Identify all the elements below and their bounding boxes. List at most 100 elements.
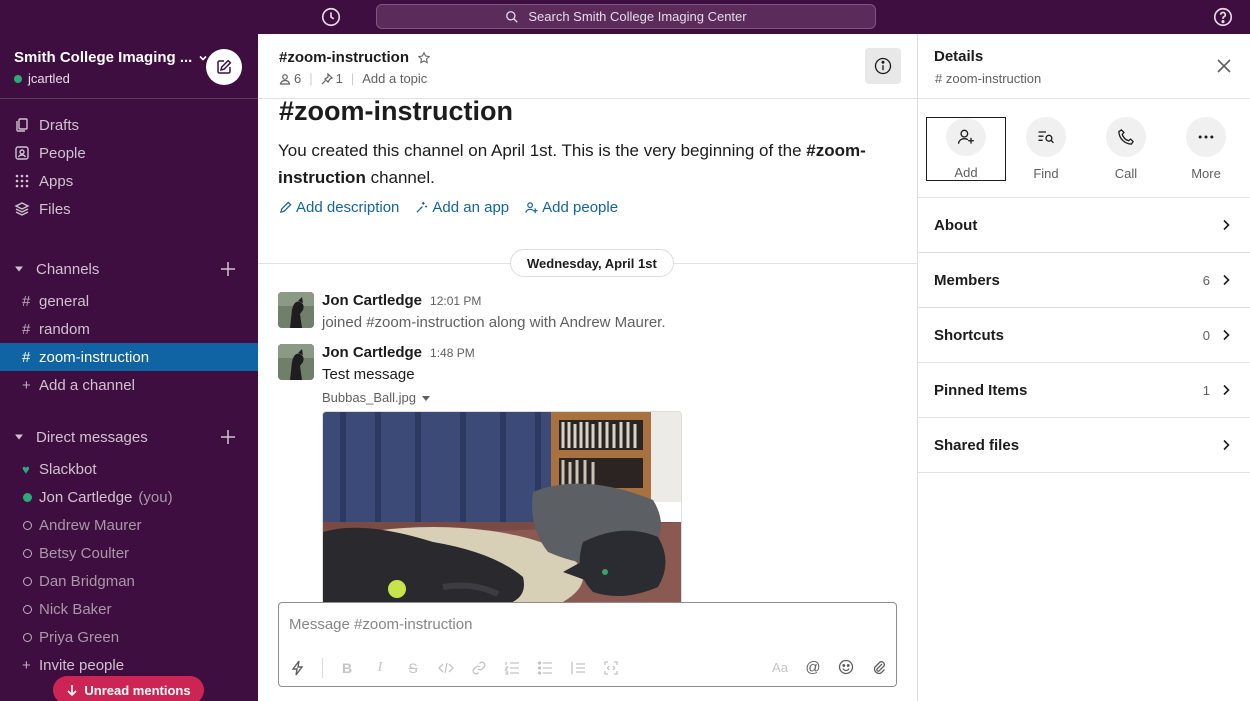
file-name[interactable]: Bubbas_Ball.jpg bbox=[322, 390, 430, 405]
code-icon[interactable] bbox=[437, 659, 455, 677]
mention-icon[interactable]: @ bbox=[804, 658, 822, 676]
star-icon[interactable] bbox=[417, 51, 431, 65]
channels-section-header[interactable]: Channels bbox=[0, 255, 258, 283]
search-bar[interactable]: Search Smith College Imaging Center bbox=[376, 4, 876, 29]
message-time[interactable]: 1:48 PM bbox=[430, 346, 475, 360]
details-row-shared-files[interactable]: Shared files bbox=[918, 418, 1250, 473]
date-divider[interactable]: Wednesday, April 1st bbox=[510, 249, 674, 277]
avatar[interactable] bbox=[278, 344, 314, 380]
blockquote-icon[interactable] bbox=[569, 659, 587, 677]
dm-item-andrew-maurer[interactable]: Andrew Maurer bbox=[0, 511, 258, 539]
sidebar-item-files[interactable]: Files bbox=[0, 195, 258, 223]
message-author[interactable]: Jon Cartledge bbox=[322, 292, 422, 309]
sidebar-item-random[interactable]: # random bbox=[0, 315, 258, 343]
people-icon bbox=[15, 146, 29, 160]
sidebar-item-drafts[interactable]: Drafts bbox=[0, 111, 258, 139]
add-dm-icon[interactable] bbox=[220, 429, 236, 445]
dm-item-priya-green[interactable]: Priya Green bbox=[0, 623, 258, 651]
dm-label: Dan Bridgman bbox=[39, 572, 135, 590]
member-icon bbox=[279, 73, 291, 85]
attach-icon[interactable] bbox=[870, 658, 888, 676]
top-bar: Search Smith College Imaging Center bbox=[0, 0, 1250, 34]
row-label: Shortcuts bbox=[934, 326, 1005, 344]
presence-away-icon bbox=[23, 520, 32, 530]
details-row-shortcuts[interactable]: Shortcuts 0 bbox=[918, 308, 1250, 363]
unread-label: Unread mentions bbox=[84, 682, 191, 698]
sidebar-item-general[interactable]: # general bbox=[0, 287, 258, 315]
dm-item-betsy-coulter[interactable]: Betsy Coulter bbox=[0, 539, 258, 567]
meta-separator: | bbox=[309, 71, 313, 86]
phone-icon bbox=[1106, 117, 1146, 157]
intro-actions: Add description Add an app Add people bbox=[279, 199, 634, 216]
shortcuts-lightning-icon[interactable] bbox=[289, 659, 307, 677]
dm-item-dan-bridgman[interactable]: Dan Bridgman bbox=[0, 567, 258, 595]
format-toggle-icon[interactable]: Aa bbox=[771, 658, 789, 676]
invite-people-button[interactable]: + Invite people bbox=[0, 651, 258, 679]
intro-text-after: channel. bbox=[365, 168, 435, 187]
dm-label: Nick Baker bbox=[39, 600, 112, 618]
details-subtitle: # zoom-instruction bbox=[935, 71, 1042, 86]
user-handle: jcartled bbox=[28, 71, 70, 86]
image-attachment[interactable] bbox=[322, 411, 682, 603]
more-icon bbox=[1186, 117, 1226, 157]
emoji-icon[interactable] bbox=[837, 658, 855, 676]
add-people-button[interactable]: Add bbox=[926, 117, 1006, 181]
details-row-pinned-items[interactable]: Pinned Items 1 bbox=[918, 363, 1250, 418]
dm-list: ♥ Slackbot Jon Cartledge (you) Andrew Ma… bbox=[0, 455, 258, 679]
ordered-list-icon[interactable] bbox=[503, 659, 521, 677]
message-time[interactable]: 12:01 PM bbox=[430, 294, 481, 308]
sidebar-item-apps[interactable]: Apps bbox=[0, 167, 258, 195]
sidebar-item-zoom-instruction[interactable]: # zoom-instruction bbox=[0, 343, 258, 371]
italic-icon[interactable]: I bbox=[371, 659, 389, 677]
find-button[interactable]: Find bbox=[1006, 117, 1086, 181]
bullet-list-icon[interactable] bbox=[536, 659, 554, 677]
add-people-link[interactable]: Add people bbox=[525, 199, 618, 216]
add-app-label: Add an app bbox=[432, 199, 510, 216]
avatar[interactable] bbox=[278, 292, 314, 328]
help-icon[interactable] bbox=[1212, 6, 1234, 28]
message-composer[interactable]: Message #zoom-instruction B I S Aa @ bbox=[278, 602, 897, 687]
sidebar-item-people[interactable]: People bbox=[0, 139, 258, 167]
channel-details-button[interactable] bbox=[865, 48, 901, 84]
message: Jon Cartledge 12:01 PM joined #zoom-inst… bbox=[278, 292, 898, 332]
channel-title[interactable]: #zoom-instruction bbox=[279, 49, 431, 66]
hash-icon: # bbox=[22, 292, 31, 310]
link-icon[interactable] bbox=[470, 659, 488, 677]
member-count[interactable]: 6 bbox=[294, 71, 301, 86]
add-app-link[interactable]: Add an app bbox=[415, 199, 509, 216]
dm-item-slackbot[interactable]: ♥ Slackbot bbox=[0, 455, 258, 483]
caret-down-icon bbox=[15, 266, 23, 272]
search-placeholder: Search Smith College Imaging Center bbox=[528, 9, 747, 24]
dm-item-nick-baker[interactable]: Nick Baker bbox=[0, 595, 258, 623]
add-channel-icon[interactable] bbox=[220, 261, 236, 277]
workspace-header: Smith College Imaging ... jcartled bbox=[0, 34, 258, 99]
bold-icon[interactable]: B bbox=[338, 659, 356, 677]
add-channel-button[interactable]: + Add a channel bbox=[0, 371, 258, 399]
message-author[interactable]: Jon Cartledge bbox=[322, 344, 422, 361]
details-row-members[interactable]: Members 6 bbox=[918, 253, 1250, 308]
workspace-menu[interactable]: Smith College Imaging ... bbox=[14, 49, 208, 66]
row-label: Members bbox=[934, 271, 1000, 289]
compose-button[interactable] bbox=[206, 49, 242, 85]
presence-away-icon bbox=[23, 576, 32, 586]
pinned-count[interactable]: 1 bbox=[336, 71, 343, 86]
dm-section-header[interactable]: Direct messages bbox=[0, 423, 258, 451]
sidebar-item-label: Apps bbox=[39, 172, 74, 190]
call-button[interactable]: Call bbox=[1086, 117, 1166, 181]
code-block-icon[interactable] bbox=[602, 659, 620, 677]
more-button[interactable]: More bbox=[1166, 117, 1246, 181]
add-description-label: Add description bbox=[296, 199, 400, 216]
dm-label: Slackbot bbox=[39, 460, 97, 478]
file-name-label: Bubbas_Ball.jpg bbox=[322, 390, 416, 405]
dm-item-jon-cartledge[interactable]: Jon Cartledge (you) bbox=[0, 483, 258, 511]
clock-icon[interactable] bbox=[320, 6, 342, 28]
add-topic-link[interactable]: Add a topic bbox=[362, 71, 427, 86]
strikethrough-icon[interactable]: S bbox=[404, 659, 422, 677]
close-icon[interactable] bbox=[1216, 58, 1232, 74]
details-row-about[interactable]: About bbox=[918, 198, 1250, 253]
add-description-link[interactable]: Add description bbox=[279, 199, 399, 216]
add-person-icon bbox=[946, 118, 986, 156]
channel-label: random bbox=[39, 320, 90, 338]
unread-mentions-button[interactable]: Unread mentions bbox=[53, 676, 204, 701]
row-count: 1 bbox=[1202, 382, 1210, 398]
